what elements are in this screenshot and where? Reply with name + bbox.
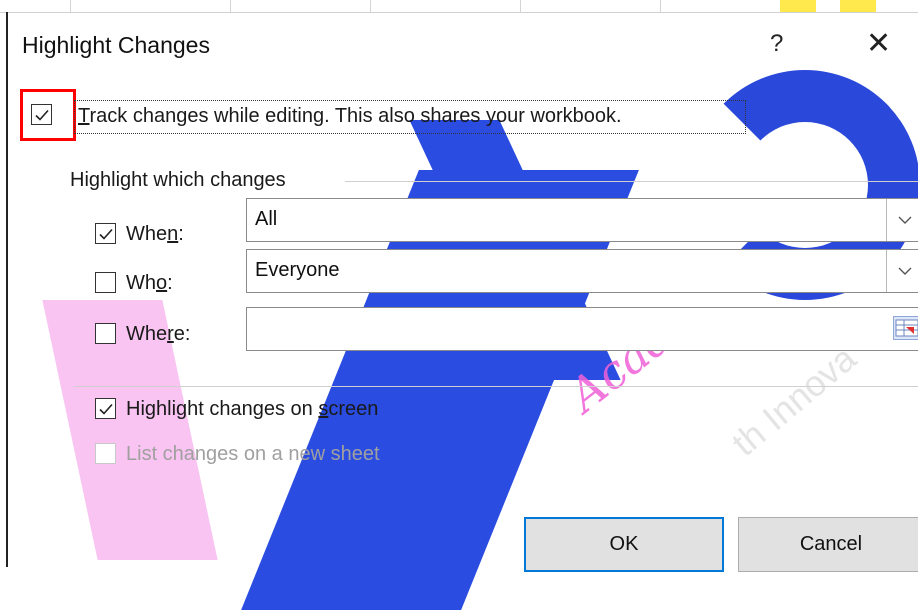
track-changes-label[interactable]: Track changes while editing. This also s… <box>78 105 622 128</box>
who-value: Everyone <box>255 259 340 281</box>
where-checkbox[interactable] <box>95 323 116 344</box>
when-dropdown[interactable]: All <box>246 198 918 242</box>
where-label[interactable]: Where: <box>126 323 190 346</box>
check-icon <box>98 403 113 415</box>
close-button[interactable]: ✕ <box>866 26 891 61</box>
who-dropdown[interactable]: Everyone <box>246 249 918 293</box>
range-selector-icon[interactable] <box>893 316 918 340</box>
highlight-changes-dialog: Highlight Changes ? ✕ Track changes whil… <box>6 12 918 572</box>
chevron-down-icon[interactable] <box>886 250 918 292</box>
list-changes-label: List changes on a new sheet <box>126 443 380 465</box>
dialog-title: Highlight Changes <box>22 32 210 58</box>
track-changes-checkbox[interactable] <box>31 104 52 125</box>
highlight-on-screen-label[interactable]: Highlight changes on screen <box>126 398 378 421</box>
when-checkbox[interactable] <box>95 223 116 244</box>
check-icon <box>98 228 113 240</box>
highlight-on-screen-checkbox[interactable] <box>95 398 116 419</box>
check-icon <box>34 109 49 121</box>
who-label[interactable]: Who: <box>126 272 173 295</box>
section-divider <box>74 386 918 387</box>
chevron-down-icon[interactable] <box>886 199 918 241</box>
group-title: Highlight which changes <box>70 169 286 191</box>
when-label[interactable]: When: <box>126 223 184 246</box>
when-value: All <box>255 208 278 230</box>
ok-button[interactable]: OK <box>524 517 724 572</box>
group-divider <box>345 181 918 182</box>
who-checkbox[interactable] <box>95 272 116 293</box>
help-button[interactable]: ? <box>770 30 783 58</box>
list-changes-checkbox[interactable] <box>95 443 116 464</box>
cancel-button[interactable]: Cancel <box>738 517 918 572</box>
where-range-input[interactable] <box>246 307 918 351</box>
